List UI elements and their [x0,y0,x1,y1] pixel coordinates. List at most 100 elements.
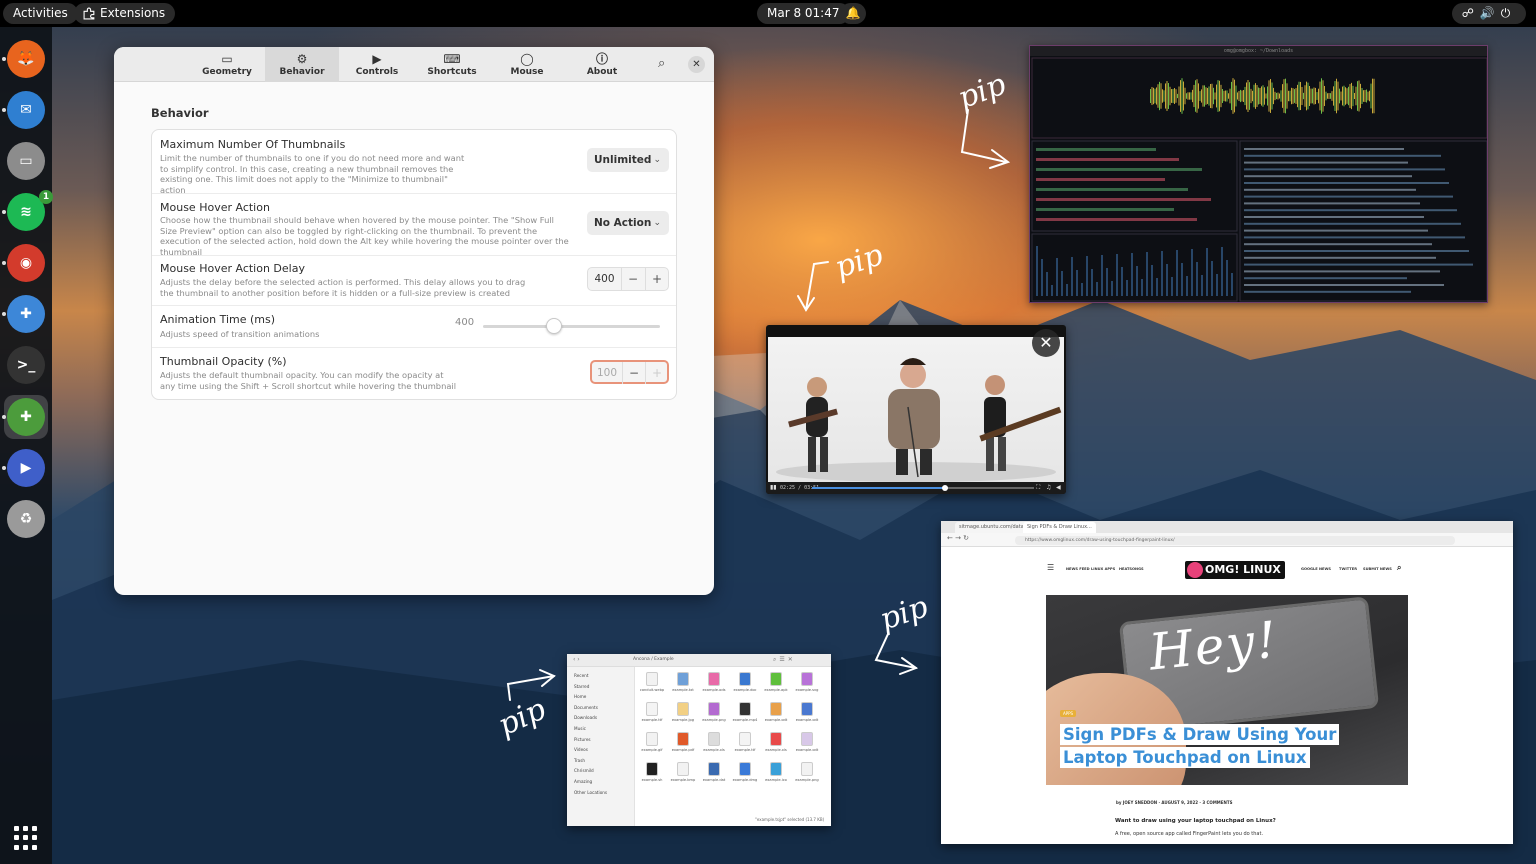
file-item[interactable]: conduit.webp [639,672,665,702]
nav-link[interactable]: TWITTER [1339,567,1357,571]
file-item[interactable]: example.pdf [670,732,696,762]
fullscreen-icon[interactable]: ⛶ [1036,483,1040,493]
file-item[interactable]: example.odt [794,702,820,732]
dock-item-thunderbird[interactable]: ✉ [7,91,45,129]
notification-bell-icon[interactable]: 🔔 [840,3,866,24]
nav-link[interactable]: HEATSONGS [1119,567,1144,571]
sidebar-item-music[interactable]: Music [574,726,586,731]
tab-mouse[interactable]: ◯ Mouse [490,47,564,82]
tab-geometry[interactable]: ▭ Geometry [190,47,264,82]
hover-action-dropdown[interactable]: No Action ⌄ [587,211,669,235]
file-item[interactable]: example.dat [701,762,727,792]
terminal-window-thumbnail[interactable]: omg@omgbox: ~/Downloads [1029,45,1488,303]
category-tag[interactable]: APPS [1060,710,1077,717]
pause-icon[interactable]: ▮▮ [770,483,777,493]
dock-item-firefox[interactable]: 🦊 [7,40,45,78]
max-thumbnails-dropdown[interactable]: Unlimited ⌄ [587,148,669,172]
clock[interactable]: Mar 8 01:47 [757,3,850,24]
menu-icon[interactable]: ☰ [1047,563,1054,572]
view-options-icon[interactable]: ⌕☰✕ [773,656,796,664]
sidebar-item-trash[interactable]: Trash [574,758,585,763]
video-seek-handle[interactable] [942,485,949,491]
site-logo[interactable]: OMG! LINUX [1185,561,1285,579]
dock-item-extension-manager[interactable]: ✚ [7,398,45,436]
sidebar-item-pictures[interactable]: Pictures [574,737,591,742]
hover-delay-spinbutton[interactable]: 400 − + [587,267,669,291]
dock-item-spotify[interactable]: ≋ 1 [7,190,53,231]
decrement-button[interactable]: − [622,362,645,384]
file-item[interactable]: example.bmp [670,762,696,792]
file-item[interactable]: example.ttf [732,732,758,762]
browser-tab[interactable]: sitmage.ubuntu.com/data... [955,522,1033,533]
slider-handle[interactable] [545,318,562,334]
file-item[interactable]: example.ods [701,672,727,702]
show-apps-grid-icon[interactable] [14,826,38,850]
sidebar-item-amazing[interactable]: Amazing [574,779,592,784]
back-icon[interactable]: ‹ › [573,656,580,663]
sidebar-item-other-locations[interactable]: Other Locations [574,790,607,795]
system-status-menu[interactable]: ☍🔊⏻ [1452,3,1526,24]
dock-item-terminal[interactable]: >_ [7,346,45,384]
video-pip-window[interactable]: ✕ ▮▮ 02:25 / 03:51 ⛶ ♫ ◀ [766,325,1066,494]
browser-tab-active[interactable]: Sign PDFs & Draw Linux... [1023,522,1096,533]
nav-link[interactable]: GOOGLE NEWS [1301,567,1331,571]
sidebar-item-starred[interactable]: Starred [574,684,589,689]
back-icon[interactable]: ← → ↻ [947,534,969,542]
file-item[interactable]: example.jpg [670,702,696,732]
article-hero-image[interactable]: Hey! APPS Sign PDFs & Draw Using Your La… [1046,595,1408,785]
tab-behavior[interactable]: ⚙ Behavior [265,47,339,82]
file-item[interactable]: example.xls [701,732,727,762]
file-item[interactable]: example.sh [639,762,665,792]
file-item[interactable]: example.ttf [639,702,665,732]
browser-window-thumbnail[interactable]: sitmage.ubuntu.com/data... Sign PDFs & D… [941,521,1513,844]
animation-time-slider[interactable] [483,325,660,328]
increment-button[interactable]: + [645,362,668,384]
music-note-icon[interactable]: ♫ [1046,483,1051,493]
dock-item-chrome[interactable]: ◉ [7,244,45,282]
dock-item-video-editor[interactable]: ▶ [7,449,45,487]
file-item[interactable]: example.svg [794,672,820,702]
file-item[interactable]: example.png [794,762,820,792]
nav-link[interactable]: LINUX APPS [1091,567,1115,571]
search-icon[interactable]: ⌕ [658,56,665,71]
file-item[interactable]: example.xls [763,732,789,762]
sidebar-item-videos[interactable]: Videos [574,747,588,752]
file-item[interactable]: example.dmg [732,762,758,792]
extensions-indicator[interactable]: Extensions [74,3,176,24]
sidebar-item-documents[interactable]: Documents [574,705,598,710]
tab-shortcuts[interactable]: ⌨ Shortcuts [415,47,489,82]
file-item[interactable]: example.odt [763,702,789,732]
file-item[interactable]: example.gif [639,732,665,762]
file-item[interactable]: example.png [701,702,727,732]
volume-icon[interactable]: ◀ [1056,483,1061,493]
tab-controls[interactable]: ▶ Controls [340,47,414,82]
file-item[interactable]: example.ico [763,762,789,792]
close-button[interactable]: ✕ [688,56,705,73]
sidebar-item-chrismild[interactable]: Chrismild [574,768,594,773]
tab-about[interactable]: ⓘ About [565,47,639,82]
file-manager-window-thumbnail[interactable]: ‹ › Ancona / Example ⌕☰✕ Recent Starred Ho… [567,654,831,826]
sidebar-item-home[interactable]: Home [574,694,586,699]
spin-value[interactable]: 400 [588,268,621,290]
article-headline[interactable]: Sign PDFs & Draw Using Your Laptop Touch… [1060,723,1360,769]
decrement-button[interactable]: − [621,268,644,290]
nav-link[interactable]: SUBMIT NEWS [1363,567,1392,571]
nav-link[interactable]: NEWS FEED [1066,567,1090,571]
file-item[interactable]: example.apk [763,672,789,702]
close-pip-button[interactable]: ✕ [1032,329,1060,357]
increment-button[interactable]: + [645,268,668,290]
spin-value[interactable]: 100 [592,362,622,384]
sidebar-item-recent[interactable]: Recent [574,673,588,678]
video-seekbar[interactable] [812,485,1034,491]
path-bar[interactable]: Ancona / Example [633,657,674,662]
file-item[interactable]: example.odt [794,732,820,762]
dock-item-extensions[interactable]: ✚ [7,295,45,333]
activities-button[interactable]: Activities [3,3,78,24]
search-icon[interactable]: ⌕ [1397,563,1401,573]
file-item[interactable]: example.txt [670,672,696,702]
opacity-spinbutton[interactable]: 100 − + [590,360,669,384]
file-item[interactable]: example.mp4 [732,702,758,732]
address-bar[interactable]: https://www.omglinux.com/draw-using-touc… [1015,536,1455,545]
file-item[interactable]: example.doc [732,672,758,702]
sidebar-item-downloads[interactable]: Downloads [574,715,597,720]
